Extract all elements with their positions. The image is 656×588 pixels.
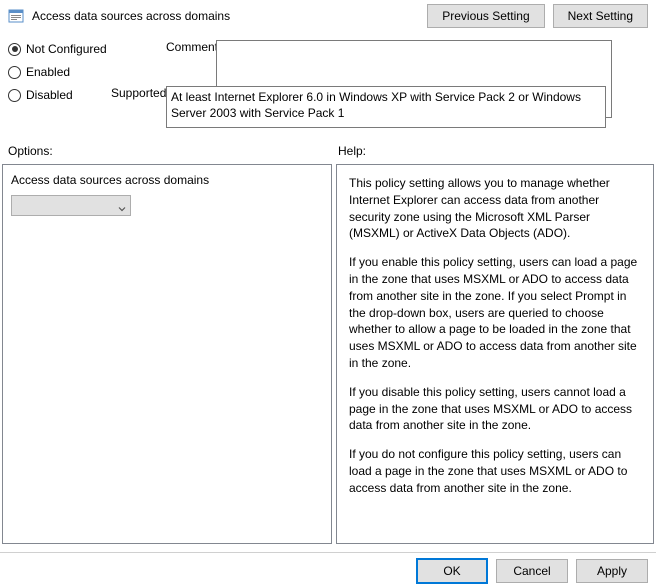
help-paragraph: If you enable this policy setting, users… — [349, 254, 641, 372]
radio-icon — [8, 66, 21, 79]
supported-label: Supported on: — [111, 86, 161, 100]
cancel-button[interactable]: Cancel — [496, 559, 568, 583]
help-paragraph: If you do not configure this policy sett… — [349, 446, 641, 496]
supported-row: Supported on: At least Internet Explorer… — [0, 86, 656, 134]
policy-icon — [8, 8, 24, 24]
previous-setting-button[interactable]: Previous Setting — [427, 4, 544, 28]
page-title: Access data sources across domains — [32, 9, 230, 23]
help-header: Help: — [338, 144, 366, 158]
section-headers: Options: Help: — [0, 134, 656, 164]
supported-text: At least Internet Explorer 6.0 in Window… — [166, 86, 606, 128]
ok-button[interactable]: OK — [416, 558, 488, 584]
chevron-down-icon — [118, 202, 126, 210]
radio-enabled[interactable]: Enabled — [8, 65, 158, 79]
header-row: Access data sources across domains Previ… — [0, 0, 656, 32]
footer-buttons: OK Cancel Apply — [0, 552, 656, 588]
nav-buttons: Previous Setting Next Setting — [427, 4, 648, 28]
options-header: Options: — [8, 144, 338, 158]
help-paragraph: This policy setting allows you to manage… — [349, 175, 641, 242]
option-dropdown[interactable] — [11, 195, 131, 216]
apply-button[interactable]: Apply — [576, 559, 648, 583]
next-setting-button[interactable]: Next Setting — [553, 4, 648, 28]
radio-not-configured[interactable]: Not Configured — [8, 42, 158, 56]
help-panel[interactable]: This policy setting allows you to manage… — [336, 164, 654, 544]
panels: Access data sources across domains This … — [0, 164, 656, 544]
radio-icon — [8, 43, 21, 56]
radio-label: Not Configured — [26, 42, 107, 56]
options-panel: Access data sources across domains — [2, 164, 332, 544]
radio-label: Enabled — [26, 65, 70, 79]
help-paragraph: If you disable this policy setting, user… — [349, 384, 641, 434]
option-setting-name: Access data sources across domains — [11, 173, 323, 187]
